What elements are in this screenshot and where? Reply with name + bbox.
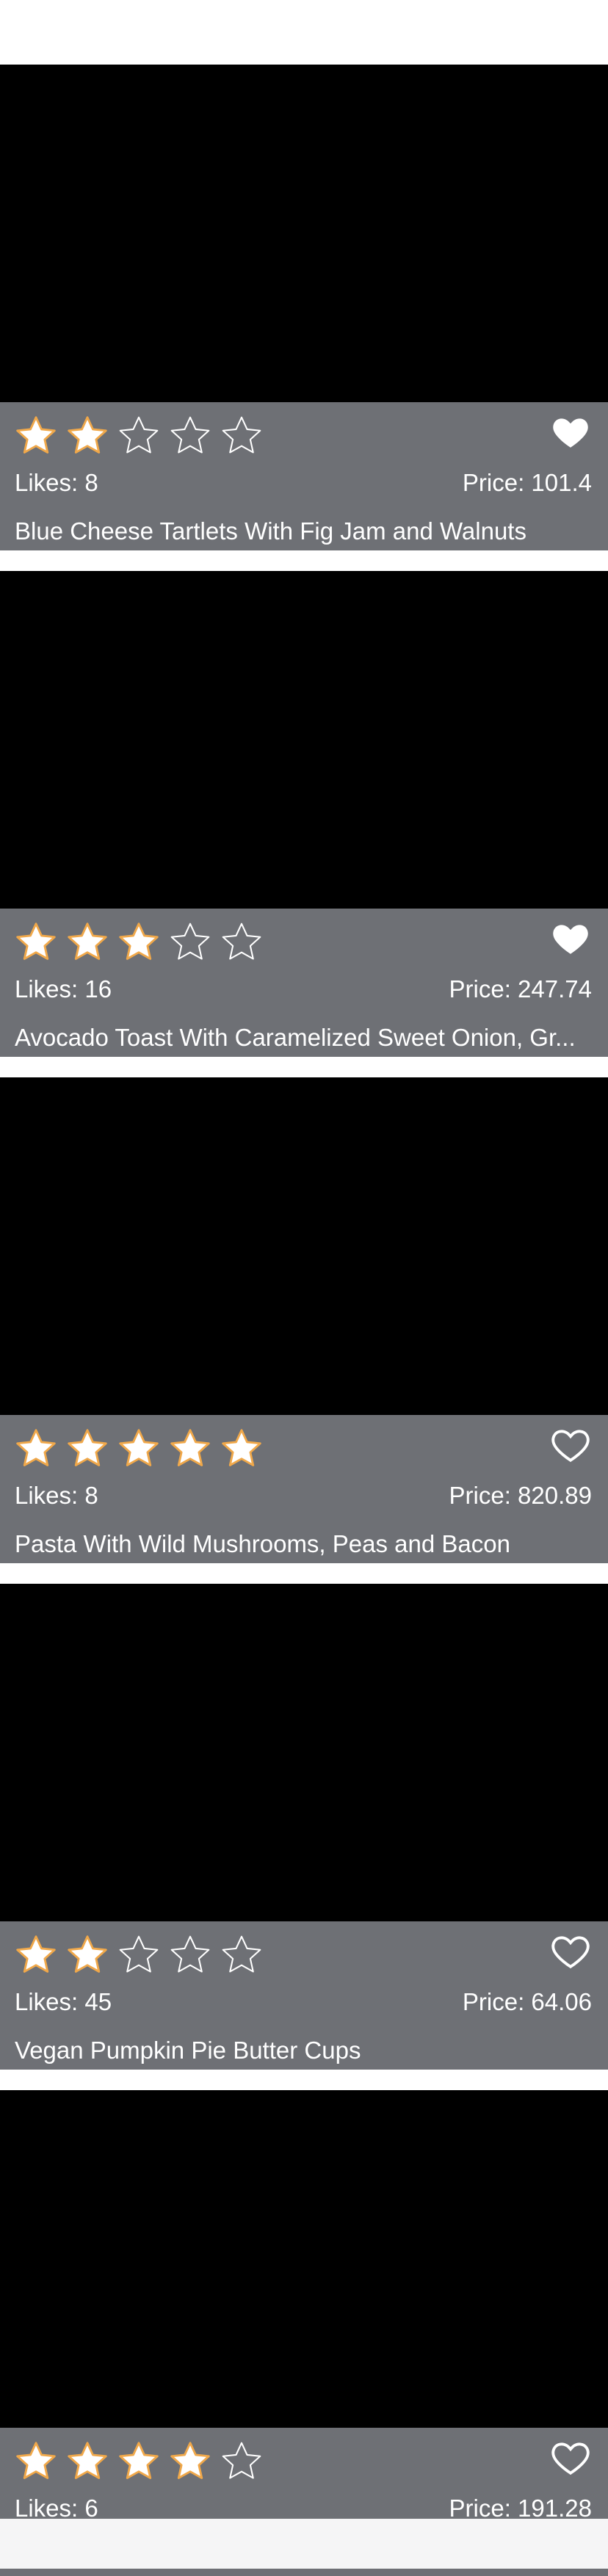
star-empty-icon[interactable] bbox=[116, 1932, 162, 1978]
star-filled-icon[interactable] bbox=[13, 920, 59, 965]
likes-count: Likes: 16 bbox=[15, 975, 112, 1003]
rating-stars[interactable] bbox=[13, 1929, 270, 1982]
recipe-image[interactable] bbox=[0, 1077, 608, 1415]
star-empty-icon[interactable] bbox=[219, 920, 264, 965]
recipe-card[interactable]: Likes: 8 Price: 820.89 Pasta With Wild Mus… bbox=[0, 1077, 608, 1563]
price-label: Price: 820.89 bbox=[449, 1482, 592, 1509]
star-empty-icon[interactable] bbox=[116, 413, 162, 459]
star-filled-icon[interactable] bbox=[65, 2439, 110, 2484]
star-filled-icon[interactable] bbox=[65, 920, 110, 965]
rating-stars[interactable] bbox=[13, 916, 270, 969]
recipe-card[interactable]: Likes: 8 Price: 101.4 Blue Cheese Tartlets… bbox=[0, 65, 608, 550]
recipe-title[interactable]: Vegan Pumpkin Pie Butter Cups bbox=[15, 2035, 593, 2066]
star-empty-icon[interactable] bbox=[167, 920, 213, 965]
recipe-card[interactable]: Likes: 6 Price: 191.28 bbox=[0, 2090, 608, 2576]
star-filled-icon[interactable] bbox=[13, 1426, 59, 1471]
price-label: Price: 64.06 bbox=[462, 1988, 592, 2015]
star-filled-icon[interactable] bbox=[167, 2439, 213, 2484]
likes-count: Likes: 8 bbox=[15, 469, 98, 496]
star-empty-icon[interactable] bbox=[167, 413, 213, 459]
recipe-image[interactable] bbox=[0, 65, 608, 402]
recipe-image[interactable] bbox=[0, 1584, 608, 1921]
recipe-image[interactable] bbox=[0, 571, 608, 909]
star-filled-icon[interactable] bbox=[65, 1426, 110, 1471]
heart-outline-icon[interactable] bbox=[549, 1930, 592, 1973]
recipe-title[interactable]: Blue Cheese Tartlets With Fig Jam and Wa… bbox=[15, 516, 593, 547]
star-filled-icon[interactable] bbox=[116, 1426, 162, 1471]
star-filled-icon[interactable] bbox=[116, 920, 162, 965]
star-filled-icon[interactable] bbox=[13, 2439, 59, 2484]
star-filled-icon[interactable] bbox=[116, 2439, 162, 2484]
heart-filled-icon[interactable] bbox=[549, 411, 592, 454]
rating-stars[interactable] bbox=[13, 2435, 270, 2488]
rating-stars[interactable] bbox=[13, 410, 270, 462]
recipe-feed: Likes: 8 Price: 101.4 Blue Cheese Tartlets… bbox=[0, 0, 608, 2576]
price-label: Price: 247.74 bbox=[449, 975, 592, 1003]
recipe-info-panel: Likes: 45 Price: 64.06 Vegan Pumpkin Pie B… bbox=[0, 1921, 608, 2070]
recipe-title[interactable]: Avocado Toast With Caramelized Sweet Oni… bbox=[15, 1022, 593, 1053]
recipe-card[interactable]: Likes: 45 Price: 64.06 Vegan Pumpkin Pie B… bbox=[0, 1584, 608, 2070]
rating-stars[interactable] bbox=[13, 1422, 270, 1475]
recipe-title[interactable]: Pasta With Wild Mushrooms, Peas and Baco… bbox=[15, 1529, 593, 1560]
recipe-image[interactable] bbox=[0, 2090, 608, 2428]
star-filled-icon[interactable] bbox=[13, 413, 59, 459]
star-empty-icon[interactable] bbox=[219, 413, 264, 459]
heart-outline-icon[interactable] bbox=[549, 1424, 592, 1466]
recipe-info-panel: Likes: 8 Price: 820.89 Pasta With Wild Mus… bbox=[0, 1415, 608, 1563]
heart-outline-icon[interactable] bbox=[549, 2437, 592, 2479]
recipe-card[interactable]: Likes: 16 Price: 247.74 Avocado Toast With… bbox=[0, 571, 608, 1057]
likes-count: Likes: 8 bbox=[15, 1482, 98, 1509]
list-bottom-edge bbox=[0, 2519, 608, 2569]
star-empty-icon[interactable] bbox=[219, 1932, 264, 1978]
heart-filled-icon[interactable] bbox=[549, 917, 592, 960]
star-filled-icon[interactable] bbox=[167, 1426, 213, 1471]
price-label: Price: 101.4 bbox=[462, 469, 592, 496]
likes-count: Likes: 45 bbox=[15, 1988, 112, 2015]
star-filled-icon[interactable] bbox=[13, 1932, 59, 1978]
recipe-info-panel: Likes: 16 Price: 247.74 Avocado Toast With… bbox=[0, 909, 608, 1057]
recipe-info-panel: Likes: 8 Price: 101.4 Blue Cheese Tartlets… bbox=[0, 402, 608, 550]
star-filled-icon[interactable] bbox=[65, 413, 110, 459]
star-empty-icon[interactable] bbox=[167, 1932, 213, 1978]
star-filled-icon[interactable] bbox=[65, 1932, 110, 1978]
star-empty-icon[interactable] bbox=[219, 2439, 264, 2484]
star-filled-icon[interactable] bbox=[219, 1426, 264, 1471]
